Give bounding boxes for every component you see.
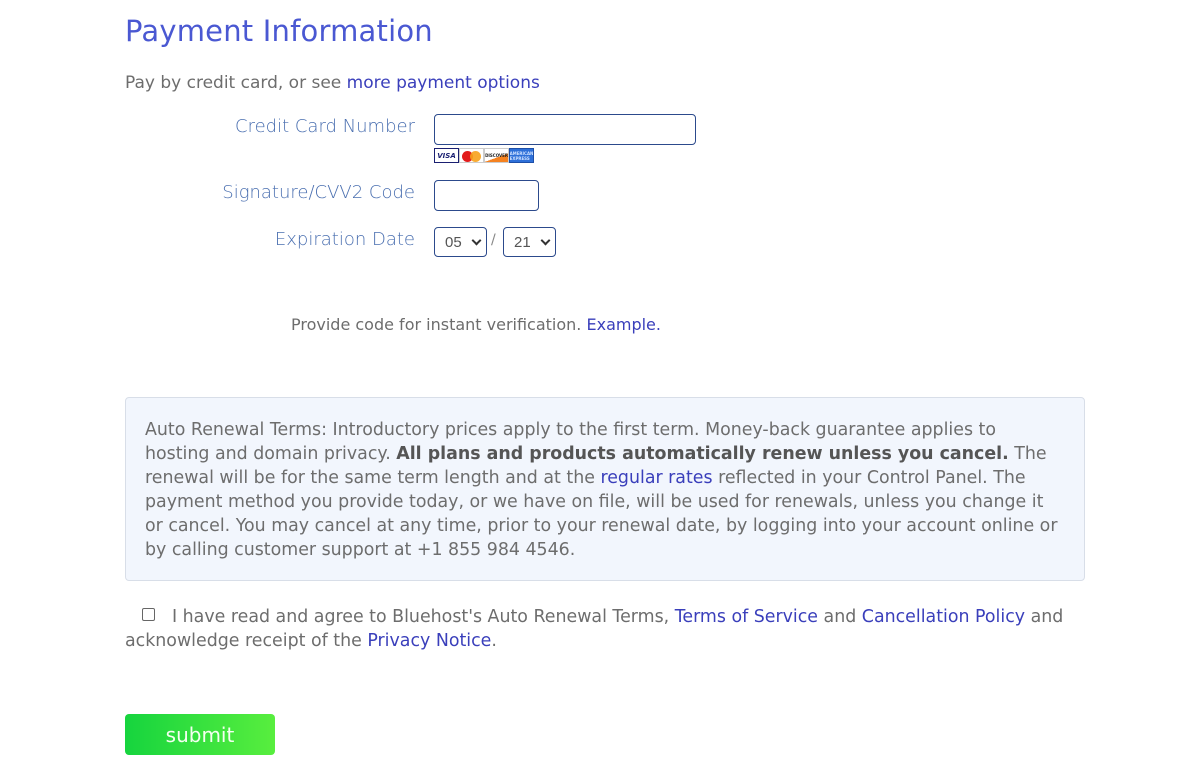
- expiration-month-select[interactable]: 05: [434, 227, 487, 257]
- verification-text: Provide code for instant verification.: [291, 315, 587, 334]
- agreement-text: and: [818, 607, 862, 627]
- agreement: I have read and agree to Bluehost's Auto…: [125, 605, 1065, 653]
- agreement-text: .: [491, 631, 497, 651]
- cvv-label: Signature/CVV2 Code: [222, 182, 415, 203]
- month-value: 05: [445, 233, 462, 251]
- expiration-label: Expiration Date: [274, 229, 415, 250]
- regular-rates-link[interactable]: regular rates: [600, 468, 712, 488]
- subtitle-text: Pay by credit card, or see: [125, 73, 347, 93]
- date-separator: /: [491, 232, 496, 248]
- privacy-notice-link[interactable]: Privacy Notice: [367, 631, 491, 651]
- more-payment-options-link[interactable]: more payment options: [347, 73, 540, 93]
- agree-checkbox[interactable]: [142, 608, 155, 621]
- auto-renewal-terms: Auto Renewal Terms: Introductory prices …: [125, 397, 1085, 581]
- agreement-text: I have read and agree to Bluehost's Auto…: [172, 607, 675, 627]
- cvv-input[interactable]: [434, 180, 539, 211]
- credit-card-label: Credit Card Number: [235, 116, 415, 137]
- visa-icon: VISA: [434, 148, 459, 163]
- payment-subtitle: Pay by credit card, or see more payment …: [125, 73, 540, 93]
- mastercard-icon: [459, 148, 484, 163]
- chevron-down-icon: [540, 235, 551, 246]
- terms-of-service-link[interactable]: Terms of Service: [675, 607, 818, 627]
- example-link[interactable]: Example.: [586, 315, 661, 334]
- discover-icon: DISCOVER: [484, 148, 509, 163]
- credit-card-input[interactable]: [434, 114, 696, 145]
- page-title: Payment Information: [125, 14, 433, 48]
- chevron-down-icon: [471, 235, 482, 246]
- card-logos: VISA DISCOVER AMERICAN EXPRESS: [434, 148, 534, 164]
- submit-button[interactable]: submit: [125, 714, 275, 755]
- cancellation-policy-link[interactable]: Cancellation Policy: [862, 607, 1025, 627]
- amex-icon: AMERICAN EXPRESS: [509, 148, 534, 163]
- verification-note: Provide code for instant verification. E…: [291, 315, 661, 334]
- expiration-year-select[interactable]: 21: [503, 227, 556, 257]
- terms-bold-text: All plans and products automatically ren…: [396, 444, 1009, 464]
- year-value: 21: [514, 233, 531, 251]
